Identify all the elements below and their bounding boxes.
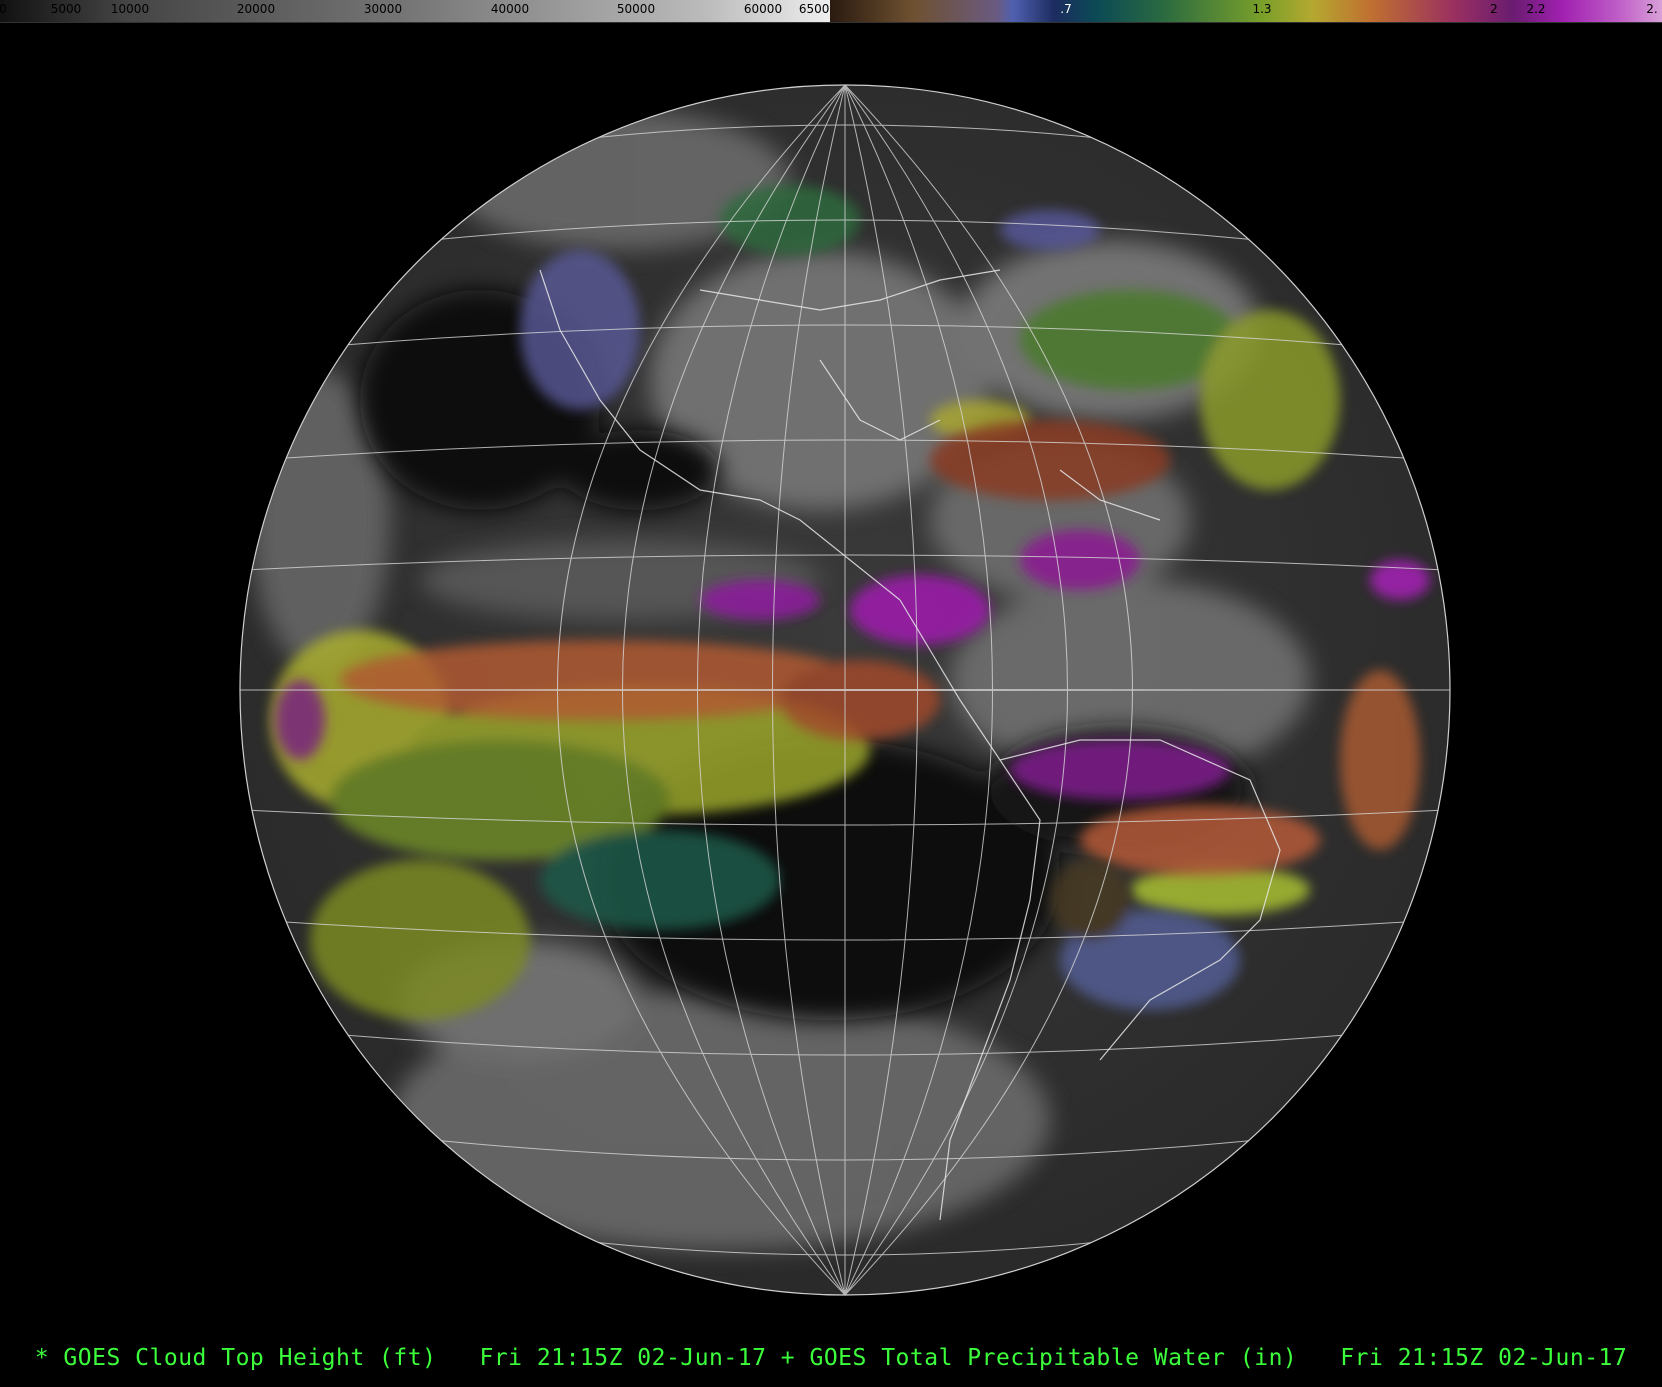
globe-imagery bbox=[240, 85, 1450, 1295]
satellite-globe-view bbox=[0, 0, 1662, 1383]
image-caption: * GOES Cloud Top Height (ft) Fri 21:15Z … bbox=[34, 1345, 1628, 1371]
